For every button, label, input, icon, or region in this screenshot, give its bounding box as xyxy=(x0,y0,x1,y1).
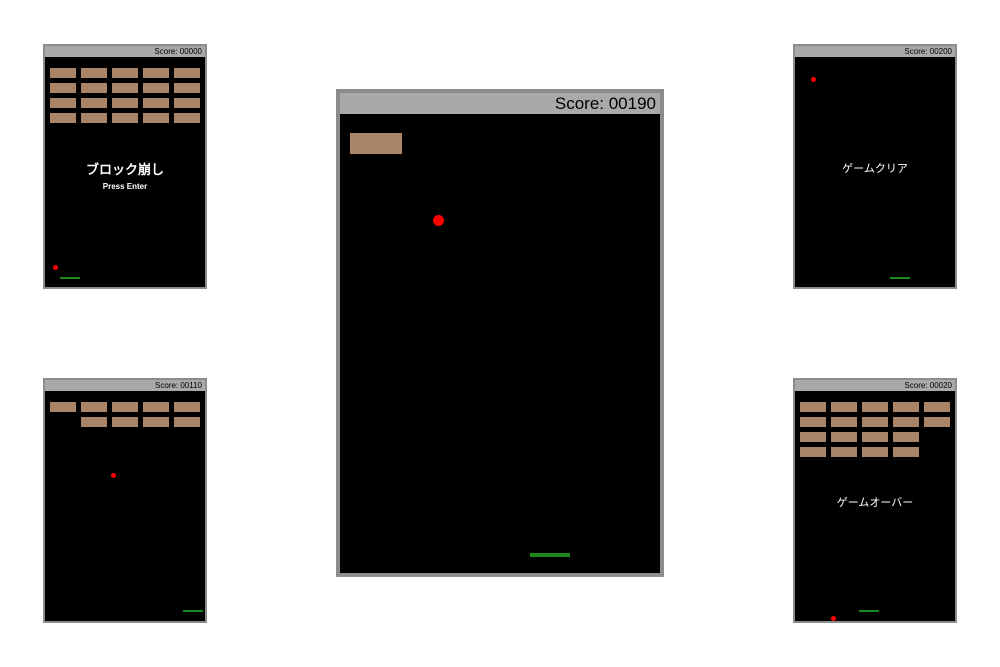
game-over-screen-thumbnail[interactable]: Score: 00020 ゲームオーバー xyxy=(793,378,957,623)
paddle xyxy=(530,553,570,557)
brick xyxy=(174,83,200,93)
brick xyxy=(112,83,138,93)
playfield: ゲームオーバー xyxy=(795,391,955,621)
brick xyxy=(50,68,76,78)
ball xyxy=(831,616,836,621)
brick xyxy=(924,417,950,427)
game-clear-screen-thumbnail[interactable]: Score: 00200 ゲームクリア xyxy=(793,44,957,289)
main-game-screen[interactable]: Score: 00190 xyxy=(336,89,664,577)
brick xyxy=(50,402,76,412)
brick xyxy=(893,402,919,412)
brick xyxy=(112,98,138,108)
brick xyxy=(143,113,169,123)
brick xyxy=(893,417,919,427)
paddle xyxy=(60,277,80,279)
brick xyxy=(831,447,857,457)
brick xyxy=(174,113,200,123)
score-display: Score: 00200 xyxy=(795,46,955,57)
brick xyxy=(143,83,169,93)
press-enter-prompt: Press Enter xyxy=(102,182,148,191)
score-display: Score: 00000 xyxy=(45,46,205,57)
brick xyxy=(50,98,76,108)
brick xyxy=(924,402,950,412)
score-display: Score: 00190 xyxy=(340,93,660,114)
game-over-message: ゲームオーバー xyxy=(836,497,914,509)
brick xyxy=(143,98,169,108)
game-clear-message: ゲームクリア xyxy=(842,163,908,175)
brick xyxy=(893,432,919,442)
brick xyxy=(81,98,107,108)
playfield xyxy=(45,391,205,621)
brick xyxy=(174,68,200,78)
brick xyxy=(174,98,200,108)
brick xyxy=(350,133,402,154)
brick xyxy=(831,417,857,427)
brick xyxy=(800,402,826,412)
brick xyxy=(800,447,826,457)
brick xyxy=(143,417,169,427)
brick xyxy=(831,432,857,442)
score-display: Score: 00020 xyxy=(795,380,955,391)
paddle xyxy=(890,277,910,279)
brick xyxy=(174,417,200,427)
brick xyxy=(800,417,826,427)
brick xyxy=(143,402,169,412)
brick xyxy=(81,113,107,123)
brick xyxy=(862,447,888,457)
ball xyxy=(111,473,116,478)
playfield xyxy=(340,114,660,573)
brick xyxy=(112,417,138,427)
brick xyxy=(81,417,107,427)
brick xyxy=(893,447,919,457)
brick xyxy=(143,68,169,78)
brick xyxy=(831,402,857,412)
brick xyxy=(50,113,76,123)
brick xyxy=(81,402,107,412)
midgame-screen-thumbnail[interactable]: Score: 00110 xyxy=(43,378,207,623)
playfield: ブロック崩し Press Enter xyxy=(45,57,205,287)
paddle xyxy=(859,610,879,612)
ball xyxy=(53,265,58,270)
game-title: ブロック崩し xyxy=(85,162,164,177)
brick xyxy=(50,83,76,93)
brick xyxy=(112,68,138,78)
brick xyxy=(174,402,200,412)
brick xyxy=(862,402,888,412)
brick xyxy=(81,83,107,93)
title-screen-thumbnail[interactable]: Score: 00000 ブロック崩し Press Enter xyxy=(43,44,207,289)
brick xyxy=(81,68,107,78)
score-display: Score: 00110 xyxy=(45,380,205,391)
brick xyxy=(112,402,138,412)
playfield: ゲームクリア xyxy=(795,57,955,287)
brick xyxy=(112,113,138,123)
paddle xyxy=(183,610,203,612)
ball xyxy=(433,215,444,226)
brick xyxy=(862,417,888,427)
brick xyxy=(800,432,826,442)
ball xyxy=(811,77,816,82)
brick xyxy=(862,432,888,442)
